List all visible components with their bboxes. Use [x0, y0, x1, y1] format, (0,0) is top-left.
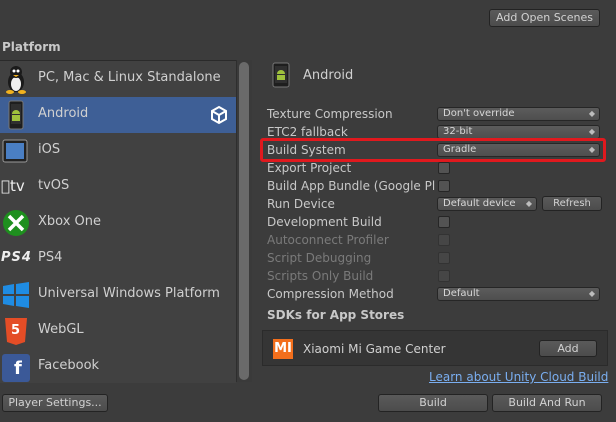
ipad-icon — [2, 139, 28, 163]
build-app-bundle-checkbox[interactable] — [438, 180, 450, 192]
scripts-only-build-checkbox — [438, 270, 450, 282]
platform-list: PC, Mac & Linux Standalone Android iOS … — [0, 60, 236, 383]
add-sdk-button[interactable]: Add — [539, 340, 597, 357]
facebook-icon-text: f — [14, 358, 22, 379]
platform-item-android[interactable]: Android — [0, 97, 236, 133]
texture-compression-label: Texture Compression — [267, 107, 393, 121]
dropdown-arrow-icon: ◆ — [588, 289, 595, 298]
etc2-fallback-dropdown[interactable]: 32-bit ◆ — [437, 125, 600, 139]
build-app-bundle-label: Build App Bundle (Google Pla — [267, 179, 435, 193]
compression-method-label: Compression Method — [267, 287, 394, 301]
dropdown-arrow-icon: ◆ — [525, 199, 532, 208]
platform-item-ios[interactable]: iOS — [0, 133, 236, 169]
android-phone-icon — [272, 62, 290, 88]
platform-item-webgl[interactable]: 5 WebGL — [0, 313, 236, 349]
dropdown-arrow-icon: ◆ — [588, 109, 595, 118]
linux-penguin-icon — [6, 66, 26, 94]
autoconnect-profiler-label: Autoconnect Profiler — [267, 233, 389, 247]
platform-item-label: Xbox One — [38, 214, 102, 229]
platform-item-ps4[interactable]: PS4 PS4 — [0, 241, 236, 277]
platform-item-label: tvOS — [38, 178, 70, 193]
learn-cloud-build-link[interactable]: Learn about Unity Cloud Build — [429, 370, 608, 384]
scrollbar-thumb[interactable] — [239, 62, 249, 380]
xiaomi-mi-icon: MI — [273, 339, 293, 359]
dropdown-arrow-icon: ◆ — [588, 127, 595, 136]
platform-item-facebook[interactable]: f Facebook — [0, 349, 236, 383]
export-project-checkbox[interactable] — [438, 162, 450, 174]
xbox-icon — [3, 210, 29, 236]
platform-item-label: Universal Windows Platform — [38, 286, 220, 301]
platform-item-uwp[interactable]: Universal Windows Platform — [0, 277, 236, 313]
platform-item-label: WebGL — [38, 322, 84, 337]
texture-compression-dropdown[interactable]: Don't override ◆ — [437, 107, 600, 121]
platform-item-label: PC, Mac & Linux Standalone — [38, 70, 221, 85]
platform-item-tvos[interactable]: tv tvOS — [0, 169, 236, 205]
sdks-header: SDKs for App Stores — [267, 308, 405, 322]
platform-scrollbar[interactable] — [236, 60, 252, 382]
player-settings-button[interactable]: Player Settings... — [2, 394, 108, 412]
scripts-only-build-label: Scripts Only Build — [267, 269, 374, 283]
platform-item-label: PS4 — [38, 250, 63, 265]
build-and-run-button[interactable]: Build And Run — [492, 394, 602, 412]
sdk-name: Xiaomi Mi Game Center — [303, 342, 446, 356]
html5-icon-text: 5 — [11, 323, 21, 338]
run-device-dropdown[interactable]: Default device ◆ — [437, 197, 537, 211]
development-build-checkbox[interactable] — [438, 216, 450, 228]
script-debugging-label: Script Debugging — [267, 251, 372, 265]
etc2-fallback-label: ETC2 fallback — [267, 125, 348, 139]
platform-item-label: Android — [38, 106, 89, 121]
development-build-label: Development Build — [267, 215, 382, 229]
export-project-label: Export Project — [267, 161, 352, 175]
platform-item-label: Facebook — [38, 358, 100, 373]
script-debugging-checkbox — [438, 252, 450, 264]
android-icon — [8, 100, 24, 130]
autoconnect-profiler-checkbox — [438, 234, 450, 246]
platform-item-standalone[interactable]: PC, Mac & Linux Standalone — [0, 61, 236, 97]
unity-icon — [211, 105, 227, 125]
platform-header: Platform — [2, 40, 61, 54]
windows-icon — [3, 282, 29, 308]
platform-item-xbox-one[interactable]: Xbox One — [0, 205, 236, 241]
refresh-button[interactable]: Refresh — [542, 196, 602, 211]
build-system-highlight — [260, 138, 606, 162]
compression-method-dropdown[interactable]: Default ◆ — [437, 287, 600, 301]
add-open-scenes-button[interactable]: Add Open Scenes — [489, 9, 600, 27]
platform-item-label: iOS — [38, 142, 61, 157]
sdk-item-xiaomi: MI Xiaomi Mi Game Center Add — [262, 330, 608, 366]
run-device-label: Run Device — [267, 197, 335, 211]
platform-title: Android — [303, 68, 354, 83]
build-button[interactable]: Build — [378, 394, 488, 412]
